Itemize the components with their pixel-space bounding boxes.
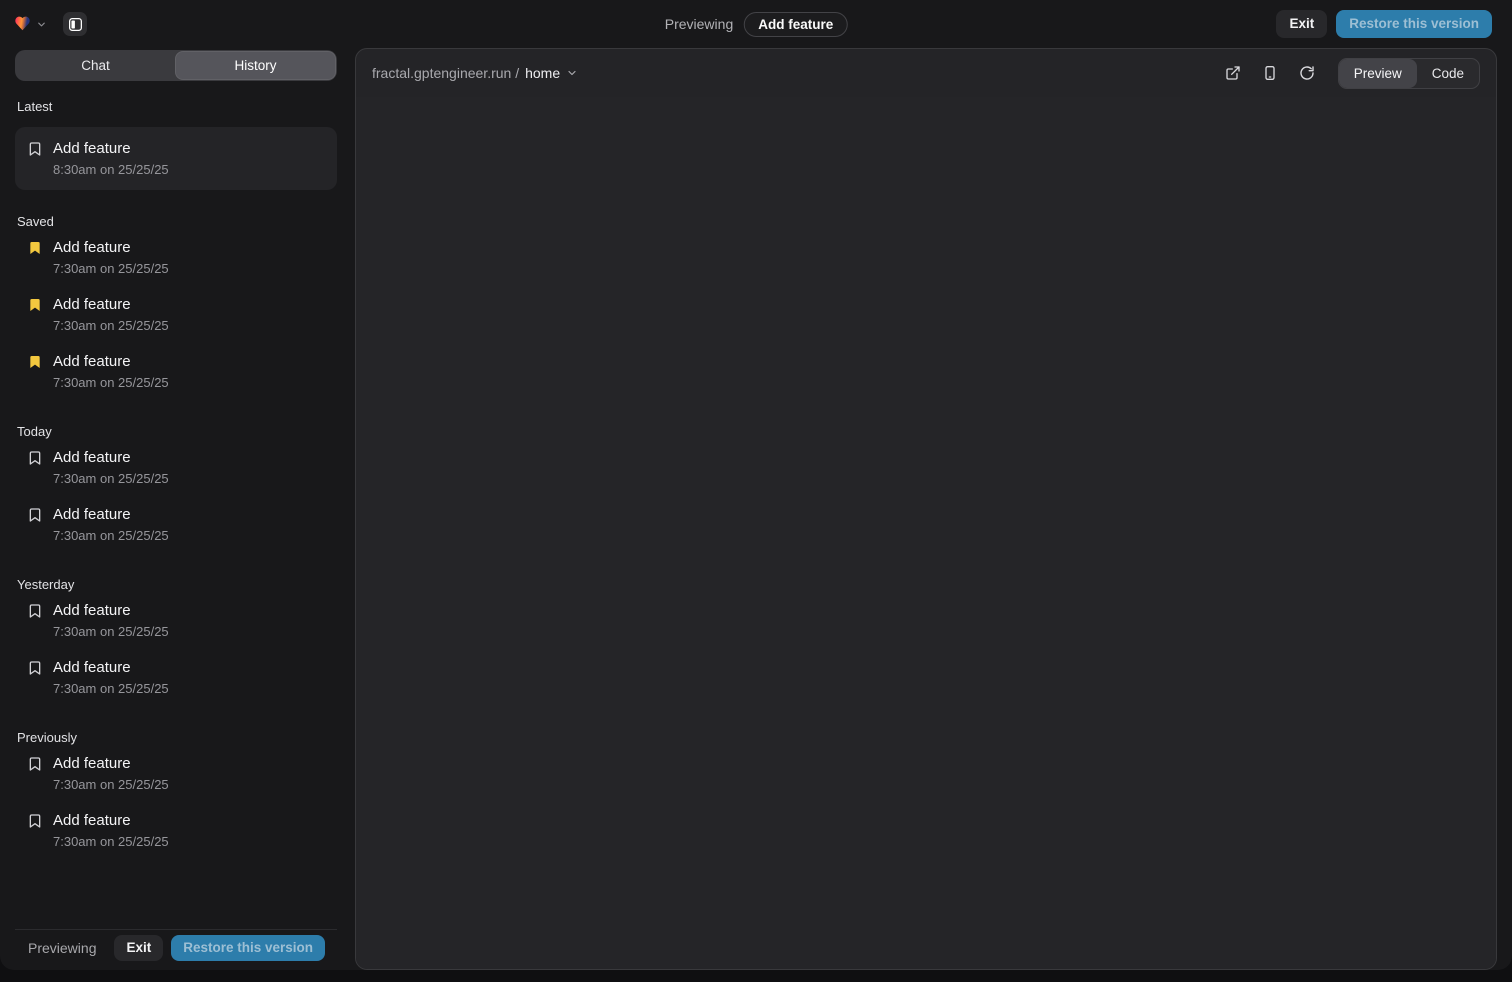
url-path-selector[interactable]: fractal.gptengineer.run / home (372, 65, 578, 81)
section-header: Latest (17, 99, 335, 114)
history-item[interactable]: Add feature 7:30am on 25/25/25 (15, 496, 337, 553)
history-item-timestamp: 8:30am on 25/25/25 (27, 162, 325, 177)
panel-left-icon (68, 17, 83, 32)
open-in-new-tab-icon (1225, 65, 1241, 81)
lovable-heart-logo-icon (12, 14, 33, 34)
history-item-title: Add feature (53, 140, 131, 157)
version-badge[interactable]: Add feature (744, 12, 847, 37)
tab-code[interactable]: Code (1417, 59, 1479, 88)
history-item-title: Add feature (53, 449, 131, 466)
history-item-title: Add feature (53, 755, 131, 772)
mobile-view-button[interactable] (1255, 58, 1285, 88)
bookmark-outline-icon (27, 660, 43, 676)
history-item-timestamp: 7:30am on 25/25/25 (27, 681, 337, 696)
sidebar-toggle-button[interactable] (63, 12, 87, 36)
history-item-title: Add feature (53, 659, 131, 676)
preview-content[interactable] (356, 97, 1496, 969)
bookmark-filled-icon (27, 240, 43, 256)
url-host: fractal.gptengineer.run / (372, 65, 519, 81)
history-item[interactable]: Add feature 7:30am on 25/25/25 (15, 745, 337, 802)
topbar: Previewing Add feature Exit Restore this… (0, 0, 1512, 48)
history-item[interactable]: Add feature 7:30am on 25/25/25 (15, 592, 337, 649)
previewing-status: Previewing (665, 16, 733, 32)
chevron-down-icon (566, 67, 578, 79)
history-item-timestamp: 7:30am on 25/25/25 (27, 261, 337, 276)
section-header: Today (17, 424, 335, 439)
bookmark-outline-icon (27, 813, 43, 829)
history-item[interactable]: Add feature 7:30am on 25/25/25 (15, 439, 337, 496)
app-window: Previewing Add feature Exit Restore this… (0, 0, 1512, 970)
history-item-title: Add feature (53, 602, 131, 619)
sidebar-tab-bar: Chat History (15, 50, 337, 81)
history-item-timestamp: 7:30am on 25/25/25 (27, 318, 337, 333)
section-header: Saved (17, 214, 335, 229)
bookmark-outline-icon (27, 141, 43, 157)
mobile-view-icon (1262, 65, 1278, 81)
bookmark-outline-icon (27, 507, 43, 523)
history-item-timestamp: 7:30am on 25/25/25 (27, 624, 337, 639)
footer-restore-version-button[interactable]: Restore this version (171, 935, 325, 961)
exit-button[interactable]: Exit (1276, 10, 1327, 38)
refresh-button[interactable] (1292, 58, 1322, 88)
tab-preview[interactable]: Preview (1339, 59, 1417, 88)
history-item[interactable]: Add feature 7:30am on 25/25/25 (15, 649, 337, 706)
preview-panel: fractal.gptengineer.run / home (355, 48, 1497, 970)
tab-history[interactable]: History (175, 51, 336, 80)
view-toggle: Preview Code (1338, 58, 1480, 89)
restore-version-button[interactable]: Restore this version (1336, 10, 1492, 38)
url-page: home (525, 65, 560, 81)
tab-chat[interactable]: Chat (16, 51, 175, 80)
history-item-title: Add feature (53, 296, 131, 313)
open-in-new-tab-button[interactable] (1218, 58, 1248, 88)
history-item-timestamp: 7:30am on 25/25/25 (27, 834, 337, 849)
history-item-timestamp: 7:30am on 25/25/25 (27, 375, 337, 390)
refresh-icon (1299, 65, 1315, 81)
bookmark-outline-icon (27, 756, 43, 772)
history-sidebar: Chat History Latest Add feature 8:30am on … (15, 48, 337, 966)
history-item-timestamp: 7:30am on 25/25/25 (27, 777, 337, 792)
bookmark-outline-icon (27, 603, 43, 619)
history-item[interactable]: Add feature 7:30am on 25/25/25 (15, 286, 337, 343)
footer-previewing-status: Previewing (28, 940, 106, 956)
section-header: Yesterday (17, 577, 335, 592)
section-header: Previously (17, 730, 335, 745)
history-item[interactable]: Add feature 8:30am on 25/25/25 (15, 127, 337, 190)
history-item-timestamp: 7:30am on 25/25/25 (27, 528, 337, 543)
bookmark-filled-icon (27, 354, 43, 370)
sidebar-footer: Previewing Exit Restore this version (15, 929, 337, 966)
history-item-title: Add feature (53, 506, 131, 523)
history-item-title: Add feature (53, 353, 131, 370)
logo-menu[interactable] (12, 14, 47, 34)
history-item[interactable]: Add feature 7:30am on 25/25/25 (15, 802, 337, 859)
history-list: Latest Add feature 8:30am on 25/25/25 Saved… (15, 81, 337, 929)
chevron-down-icon (36, 19, 47, 30)
footer-exit-button[interactable]: Exit (114, 935, 163, 961)
history-item[interactable]: Add feature 7:30am on 25/25/25 (15, 229, 337, 286)
bookmark-outline-icon (27, 450, 43, 466)
history-item-title: Add feature (53, 812, 131, 829)
history-item[interactable]: Add feature 7:30am on 25/25/25 (15, 343, 337, 400)
preview-panel-header: fractal.gptengineer.run / home (356, 49, 1496, 97)
history-item-timestamp: 7:30am on 25/25/25 (27, 471, 337, 486)
history-item-title: Add feature (53, 239, 131, 256)
bookmark-filled-icon (27, 297, 43, 313)
